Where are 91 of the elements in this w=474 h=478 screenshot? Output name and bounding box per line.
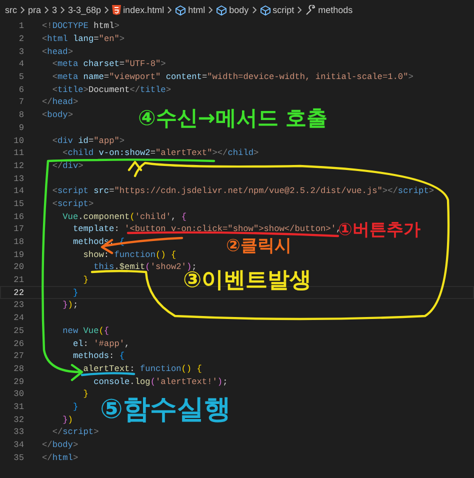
code-line: this.$emit('show2'); xyxy=(92,262,197,272)
code-line: } xyxy=(72,402,78,412)
code-line: <body> xyxy=(42,110,73,120)
handwritten-note: ⑤함수실행 xyxy=(100,396,231,423)
line-number: 34 xyxy=(12,440,24,450)
code-line: } xyxy=(82,275,88,286)
code-line: console.log('alertText!'); xyxy=(92,376,228,387)
code-line: alertText: function() { xyxy=(82,364,202,374)
line-number: 23 xyxy=(12,300,24,310)
breadcrumb-item[interactable]: methods xyxy=(305,4,353,16)
line-number: 33 xyxy=(12,427,24,438)
code-line: <!DOCTYPE html> xyxy=(42,21,120,32)
line-number: 9 xyxy=(18,122,24,133)
code-line: </script> xyxy=(51,427,99,438)
line-number: 1 xyxy=(18,21,24,32)
code-line: <child v-on:show2="alertText"></child> xyxy=(62,148,259,158)
line-number: 20 xyxy=(12,262,24,272)
breadcrumb-item[interactable]: html xyxy=(175,4,206,16)
breadcrumb-item[interactable]: 3-3_68p xyxy=(68,5,102,15)
line-number: 27 xyxy=(12,351,24,362)
line-number: 3 xyxy=(18,46,24,57)
code-line: Vue.component('child', { xyxy=(62,212,186,222)
code-line: <div id="app"> xyxy=(51,136,125,146)
code-line: <script src="https://cdn.jsdelivr.net/npm/vue@2.5.2/dist/vue.js"></script> xyxy=(51,186,434,196)
line-number: 22 xyxy=(12,288,24,298)
cube-icon xyxy=(175,4,186,16)
code-line: new Vue({ xyxy=(62,326,110,336)
line-number: 5 xyxy=(18,72,24,82)
line-number: 10 xyxy=(12,136,24,146)
code-line: <html lang="en"> xyxy=(42,34,125,44)
code-line: </div> xyxy=(51,160,84,171)
line-number: 16 xyxy=(12,212,24,222)
handwritten-note: ②클릭시 xyxy=(226,238,292,255)
line-number: 19 xyxy=(12,250,24,260)
line-number: 30 xyxy=(12,389,24,400)
line-number: 13 xyxy=(12,174,24,184)
wrench-icon xyxy=(305,4,316,16)
code-line: </html> xyxy=(42,452,78,463)
html-file-icon xyxy=(112,5,122,15)
line-number: 35 xyxy=(12,452,24,463)
line-number: 8 xyxy=(18,110,24,120)
code-line: <script> xyxy=(51,198,94,209)
chevron-icon xyxy=(252,6,257,14)
cube-icon xyxy=(216,4,228,16)
code-line: el: '#app', xyxy=(72,338,130,349)
chevron-icon xyxy=(60,6,66,14)
line-number: 11 xyxy=(12,148,24,158)
line-number: 29 xyxy=(12,376,24,387)
code-line: </body> xyxy=(42,440,78,450)
line-number: 17 xyxy=(12,224,24,234)
code-line: <head> xyxy=(42,46,73,57)
code-line: methods: { xyxy=(72,351,125,362)
code-line: <title>Document</title> xyxy=(51,84,172,95)
chevron-icon xyxy=(208,6,214,14)
cube-icon xyxy=(260,4,271,16)
code-line: } xyxy=(72,288,78,298)
chevron-icon xyxy=(167,6,172,14)
line-number: 18 xyxy=(12,237,24,248)
code-line: <meta charset="UTF-8"> xyxy=(51,59,166,70)
line-number: 25 xyxy=(12,326,24,336)
line-number: 6 xyxy=(18,84,24,95)
code-line: show: function() { xyxy=(82,250,176,260)
breadcrumb-item[interactable]: body xyxy=(216,4,249,16)
chevron-icon xyxy=(104,6,110,14)
handwritten-note: ④수신→메서드 호출 xyxy=(138,108,328,129)
chevron-icon xyxy=(297,6,302,14)
line-number: 21 xyxy=(12,275,24,286)
line-number: 12 xyxy=(12,160,24,171)
code-line: <meta name="viewport" content="width=device-width, initial-scale=1.0"> xyxy=(51,72,414,82)
line-number: 15 xyxy=(12,198,24,209)
code-line: }); xyxy=(62,300,78,310)
breadcrumb-item[interactable]: src xyxy=(5,5,17,15)
line-number: 14 xyxy=(12,186,24,196)
code-line: }) xyxy=(62,414,73,425)
chevron-icon xyxy=(44,6,50,14)
line-number: 31 xyxy=(12,402,24,412)
breadcrumb-item[interactable]: 3 xyxy=(52,5,58,15)
line-number: 2 xyxy=(18,34,24,44)
line-number: 26 xyxy=(12,338,24,349)
code-line: } xyxy=(82,389,88,400)
breadcrumb-item[interactable]: pra xyxy=(28,5,42,15)
breadcrumb-item[interactable]: script xyxy=(260,4,294,16)
line-number: 7 xyxy=(18,97,24,108)
code-line: </head> xyxy=(42,97,78,108)
line-number: 24 xyxy=(12,313,24,324)
line-number: 28 xyxy=(12,364,24,374)
chevron-icon xyxy=(20,6,25,14)
breadcrumb-item[interactable]: index.html xyxy=(112,5,164,15)
handwritten-note: ③이벤트발생 xyxy=(183,270,312,292)
line-number: 4 xyxy=(18,59,24,70)
line-number: 32 xyxy=(12,414,24,425)
